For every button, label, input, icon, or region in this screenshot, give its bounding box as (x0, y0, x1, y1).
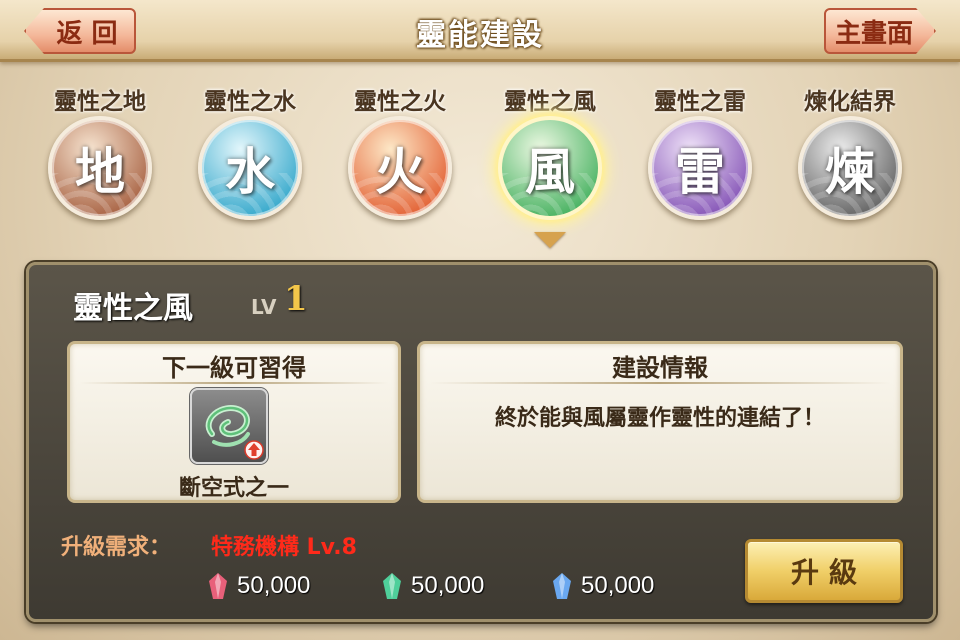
thunder-orb-icon[interactable]: 雷 (648, 116, 752, 220)
green-crystal-icon (383, 573, 401, 599)
refine-orb-icon[interactable]: 煉 (798, 116, 902, 220)
cost-item-red: 50,000 (207, 570, 310, 602)
tab-thunder[interactable]: 靈性之雷 雷 (640, 82, 760, 232)
fire-orb-icon[interactable]: 火 (348, 116, 452, 220)
requirement-value: 特務機構 Lv.8 (211, 535, 357, 560)
divider (430, 382, 890, 384)
orb-glyph: 風 (525, 142, 575, 201)
cost-amount: 50,000 (411, 572, 485, 599)
orb-glyph: 水 (225, 142, 275, 201)
next-level-card: 下一級可習得 斷空式之一 (67, 341, 401, 503)
wind-orb-icon[interactable]: 風 (498, 116, 602, 220)
blue-crystal-icon (553, 573, 571, 599)
tab-earth[interactable]: 靈性之地 地 (40, 82, 160, 232)
skill-name: 斷空式之一 (178, 476, 289, 501)
orb-glyph: 雷 (675, 142, 725, 201)
home-button[interactable]: 主畫面 (824, 8, 936, 54)
cost-amount: 50,000 (237, 572, 311, 599)
tab-label: 靈性之雷 (654, 89, 746, 115)
cost-item-blue: 50,000 (551, 570, 654, 602)
red-crystal-icon (209, 573, 227, 599)
divider (80, 382, 388, 384)
tab-water[interactable]: 靈性之水 水 (190, 82, 310, 232)
level-value: 1 (284, 279, 308, 319)
orb-glyph: 地 (75, 142, 125, 201)
selection-arrow-icon (534, 232, 566, 248)
detail-panel: 靈性之風 LV 1 下一級可習得 斷空式之一 建設情報 終於能與風屬靈作靈性的連… (26, 262, 936, 622)
build-info-card: 建設情報 終於能與風屬靈作靈性的連結了！ (417, 341, 903, 503)
orb-glyph: 火 (375, 142, 425, 201)
page-title: 靈能建設 (416, 18, 544, 53)
cost-amount: 50,000 (581, 572, 655, 599)
next-level-heading: 下一級可習得 (162, 354, 306, 382)
panel-title: 靈性之風 (73, 291, 193, 326)
build-info-heading: 建設情報 (612, 354, 708, 382)
tab-label: 靈性之風 (504, 89, 596, 115)
build-info-text: 終於能與風屬靈作靈性的連結了！ (494, 406, 825, 431)
upgrade-arrow-icon (244, 440, 264, 460)
tab-label: 靈性之水 (204, 89, 296, 115)
cost-item-green: 50,000 (381, 570, 484, 602)
tab-refine[interactable]: 煉化結界 煉 (790, 82, 910, 232)
level-label: LV (251, 295, 277, 319)
orb-glyph: 煉 (825, 142, 875, 201)
water-orb-icon[interactable]: 水 (198, 116, 302, 220)
green-swirl-skill-icon[interactable] (190, 388, 268, 464)
tab-label: 靈性之火 (354, 89, 446, 115)
tab-wind[interactable]: 靈性之風 風 (490, 82, 610, 232)
upgrade-button[interactable]: 升級 (745, 539, 903, 603)
earth-orb-icon[interactable]: 地 (48, 116, 152, 220)
requirement-label: 升級需求： (61, 535, 172, 560)
tab-label: 靈性之地 (54, 89, 146, 115)
tab-fire[interactable]: 靈性之火 火 (340, 82, 460, 232)
top-bar: 返 回 靈能建設 主畫面 (0, 0, 960, 62)
tab-label: 煉化結界 (804, 89, 896, 115)
